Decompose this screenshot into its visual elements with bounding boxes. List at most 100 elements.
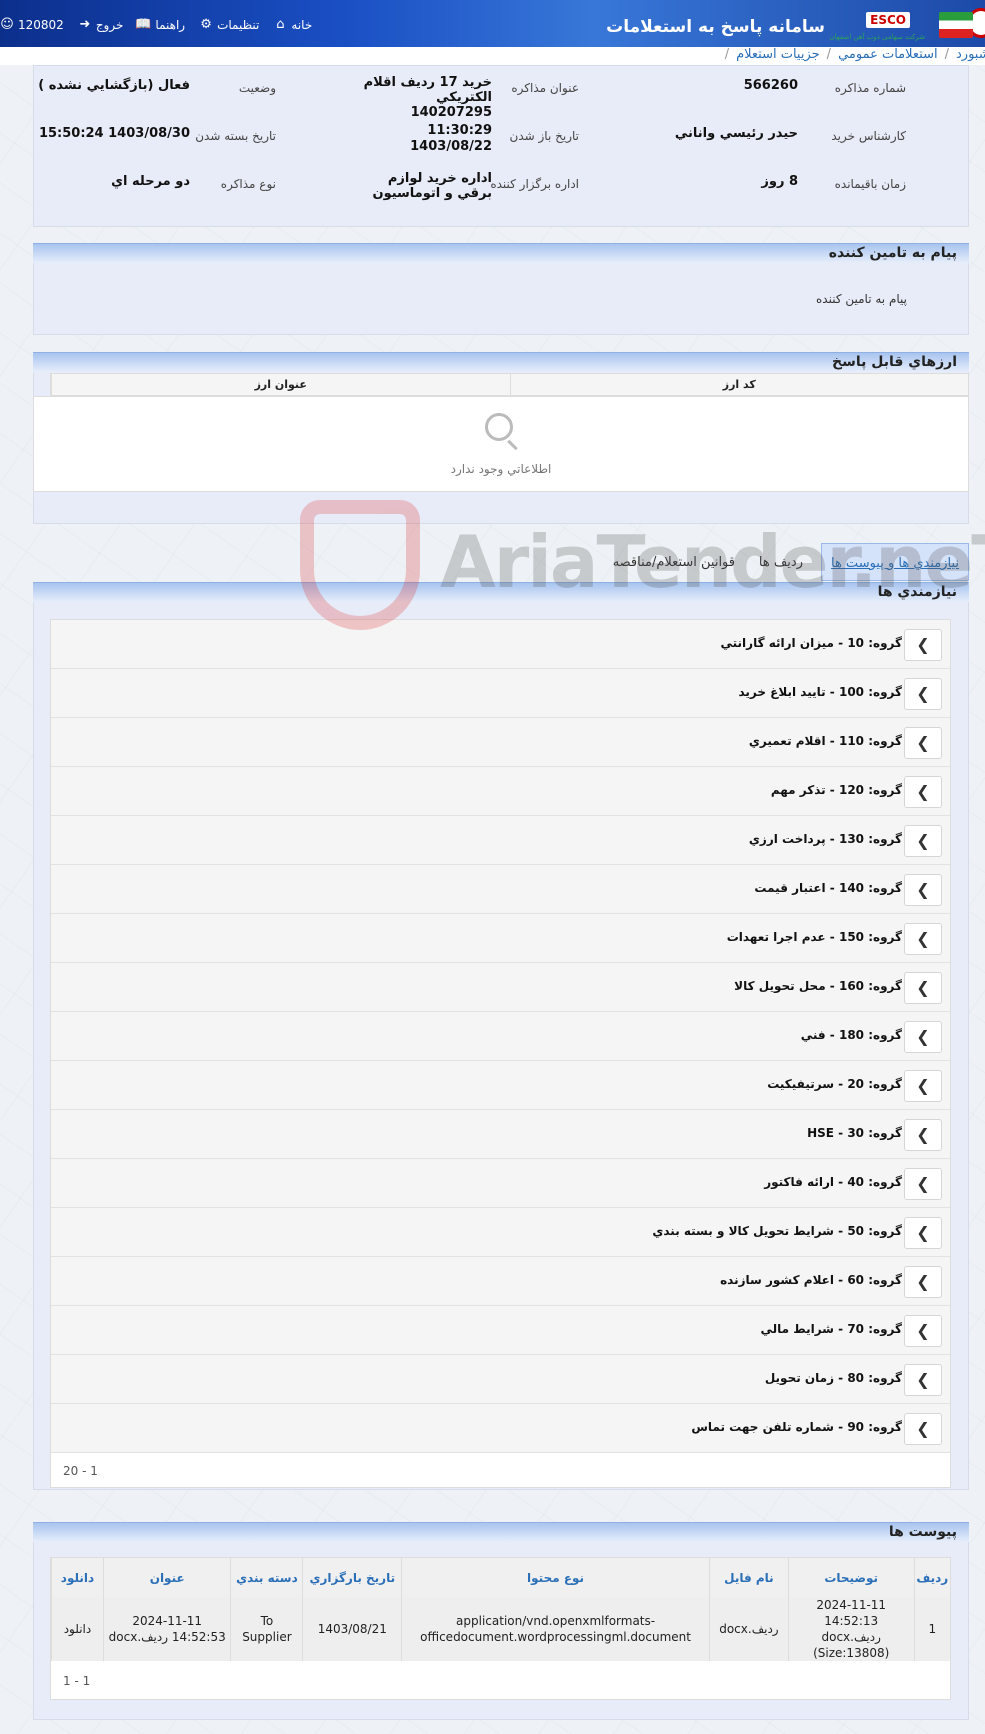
tab-rules[interactable]: قوانين استعلام/مناقصه	[613, 555, 735, 570]
user-menu[interactable]: ☺ 120802	[0, 17, 64, 33]
list-item[interactable]: ❯ گروه: 100 - تاييد ابلاغ خريد	[51, 669, 950, 718]
chevron-right-icon[interactable]: ❯	[904, 874, 942, 906]
group-title: گروه: 80 - زمان تحويل	[764, 1371, 902, 1385]
open-date-label: تاريخ باز شدن	[509, 129, 579, 143]
list-item[interactable]: ❯ گروه: 140 - اعتبار قيمت	[51, 865, 950, 914]
col-file-name[interactable]: نام فايل	[708, 1558, 789, 1597]
group-title: گروه: 50 - شرايط تحويل كالا و بسته بندي	[652, 1224, 902, 1238]
col-upload-date[interactable]: تاريخ بارگزاري	[302, 1558, 402, 1597]
col-title[interactable]: عنوان	[102, 1558, 231, 1597]
chevron-right-icon[interactable]: ❯	[904, 1168, 942, 1200]
chevron-right-icon[interactable]: ❯	[904, 972, 942, 1004]
download-link[interactable]: دانلود	[51, 1597, 104, 1661]
chevron-right-icon[interactable]: ❯	[904, 678, 942, 710]
group-title: گروه: 110 - اقلام تعميري	[748, 734, 902, 748]
list-item[interactable]: ❯ گروه: 30 - HSE	[51, 1110, 950, 1159]
expert-value: حيدر رئيسي واناني	[674, 126, 798, 141]
list-item[interactable]: ❯ گروه: 80 - زمان تحويل	[51, 1355, 950, 1404]
list-item[interactable]: ❯ گروه: 110 - اقلام تعميري	[51, 718, 950, 767]
col-currency-code[interactable]: كد ارز	[509, 374, 969, 395]
logout-link[interactable]: ➜ خروج	[78, 17, 123, 33]
settings-link[interactable]: ⚙ تنظیمات	[199, 17, 259, 33]
status-label: وضعيت	[238, 81, 276, 95]
chevron-right-icon[interactable]: ❯	[904, 825, 942, 857]
list-item[interactable]: ❯ گروه: 10 - ميزان ارائه گارانتي	[51, 620, 950, 669]
list-item[interactable]: ❯ گروه: 90 - شماره تلفن جهت تماس	[51, 1404, 950, 1453]
cell-upload-date: 1403/08/21	[302, 1597, 402, 1661]
chevron-right-icon[interactable]: ❯	[904, 1413, 942, 1445]
user-icon: ☺	[0, 17, 14, 32]
list-item[interactable]: ❯ گروه: 70 - شرايط مالي	[51, 1306, 950, 1355]
group-title: گروه: 180 - فني	[800, 1028, 902, 1042]
chevron-right-icon[interactable]: ❯	[904, 1021, 942, 1053]
col-row[interactable]: رديف	[913, 1558, 950, 1597]
chevron-right-icon[interactable]: ❯	[904, 923, 942, 955]
table-row: 1 2024-11-11 14:52:13 رديف.docx (Size:13…	[51, 1597, 950, 1661]
list-item[interactable]: ❯ گروه: 150 - عدم اجرا تعهدات	[51, 914, 950, 963]
attachments-table: رديف توضيحات نام فايل نوع محتوا تاريخ با…	[50, 1557, 951, 1700]
chevron-right-icon[interactable]: ❯	[904, 1070, 942, 1102]
title-label: عنوان مذاكره	[511, 81, 579, 95]
list-item[interactable]: ❯ گروه: 130 - پرداخت ارزي	[51, 816, 950, 865]
open-time-value: 11:30:29	[427, 123, 492, 138]
group-title: گروه: 40 - ارائه فاكتور	[764, 1175, 902, 1189]
requirements-header: نيازمندي ها	[33, 582, 969, 602]
col-currency-name[interactable]: عنوان ارز	[51, 374, 510, 395]
list-item[interactable]: ❯ گروه: 160 - محل تحويل كالا	[51, 963, 950, 1012]
close-date-label: تاريخ بسته شدن	[195, 129, 276, 143]
detail-tabs: نيازمندي ها و پيوست ها رديف ها قوانين اس…	[33, 543, 969, 581]
inquiry-info-panel: شماره مذاكره 566260 كارشناس خريد حيدر رئ…	[33, 65, 969, 227]
breadcrumb: داشبورد / استعلامات عمومي / جزييات استعل…	[0, 47, 985, 65]
number-label: شماره مذاكره	[834, 81, 906, 95]
attachments-header: پيوست ها	[33, 1522, 969, 1542]
chevron-right-icon[interactable]: ❯	[904, 629, 942, 661]
remaining-value: 8 روز	[761, 174, 798, 189]
chevron-right-icon[interactable]: ❯	[904, 1217, 942, 1249]
title-value: خريد 17 رديف اقلام الكتريكي 140207295	[363, 75, 492, 120]
number-value: 566260	[743, 78, 798, 93]
chevron-right-icon[interactable]: ❯	[904, 727, 942, 759]
list-item[interactable]: ❯ گروه: 180 - فني	[51, 1012, 950, 1061]
breadcrumb-inquiry-details[interactable]: جزييات استعلام	[736, 47, 820, 65]
breadcrumb-dashboard[interactable]: داشبورد	[956, 47, 985, 65]
book-icon: 📖	[135, 17, 152, 32]
col-download[interactable]: دانلود	[51, 1558, 104, 1597]
chevron-right-icon[interactable]: ❯	[904, 1119, 942, 1151]
col-description[interactable]: توضيحات	[787, 1558, 915, 1597]
cell-row: 1	[913, 1597, 950, 1661]
col-content-type[interactable]: نوع محتوا	[401, 1558, 710, 1597]
tab-requirements[interactable]: نيازمندي ها و پيوست ها	[821, 543, 969, 581]
home-link[interactable]: ⌂ خانه	[273, 18, 312, 33]
group-title: گروه: 60 - اعلام كشور سازنده	[720, 1273, 902, 1287]
supplier-message-title: پيام به تامين كننده	[828, 245, 957, 261]
requirements-title: نيازمندي ها	[877, 584, 957, 600]
list-item[interactable]: ❯ گروه: 60 - اعلام كشور سازنده	[51, 1257, 950, 1306]
cell-file-name: رديف.docx	[708, 1597, 789, 1661]
group-title: گروه: 90 - شماره تلفن جهت تماس	[691, 1420, 902, 1434]
gear-icon: ⚙	[200, 17, 212, 32]
attachments-pager: 1 - 1	[63, 1674, 91, 1688]
search-icon	[485, 413, 513, 441]
help-link[interactable]: 📖 راهنما	[135, 17, 185, 33]
chevron-right-icon[interactable]: ❯	[904, 1364, 942, 1396]
requirements-accordion: ❯ گروه: 90 - شماره تلفن جهت تماس ❯ گروه: 80…	[50, 619, 951, 1488]
breadcrumb-public-inquiries[interactable]: استعلامات عمومي	[838, 47, 938, 65]
remaining-label: زمان باقيمانده	[834, 177, 906, 191]
open-date-value: 1403/08/22	[410, 139, 492, 154]
empty-message: اطلاعاتي وجود ندارد	[450, 462, 552, 476]
tab-rows[interactable]: رديف ها	[759, 555, 803, 570]
list-item[interactable]: ❯ گروه: 120 - تذكر مهم	[51, 767, 950, 816]
type-value: دو مرحله اي	[111, 174, 190, 189]
list-item[interactable]: ❯ گروه: 40 - ارائه فاكتور	[51, 1159, 950, 1208]
logout-icon: ➜	[79, 17, 91, 32]
list-item[interactable]: ❯ گروه: 50 - شرايط تحويل كالا و بسته بندي	[51, 1208, 950, 1257]
close-date-value: 1403/08/30 15:50:24	[38, 126, 190, 141]
list-item[interactable]: ❯ گروه: 20 - سرتيفيكيت	[51, 1061, 950, 1110]
supplier-message-header: پيام به تامين كننده	[33, 243, 969, 263]
group-title: گروه: 150 - عدم اجرا تعهدات	[726, 930, 902, 944]
chevron-right-icon[interactable]: ❯	[904, 1266, 942, 1298]
col-category[interactable]: دسته بندي	[230, 1558, 303, 1597]
attachments-title: پيوست ها	[888, 1524, 957, 1540]
chevron-right-icon[interactable]: ❯	[904, 776, 942, 808]
chevron-right-icon[interactable]: ❯	[904, 1315, 942, 1347]
